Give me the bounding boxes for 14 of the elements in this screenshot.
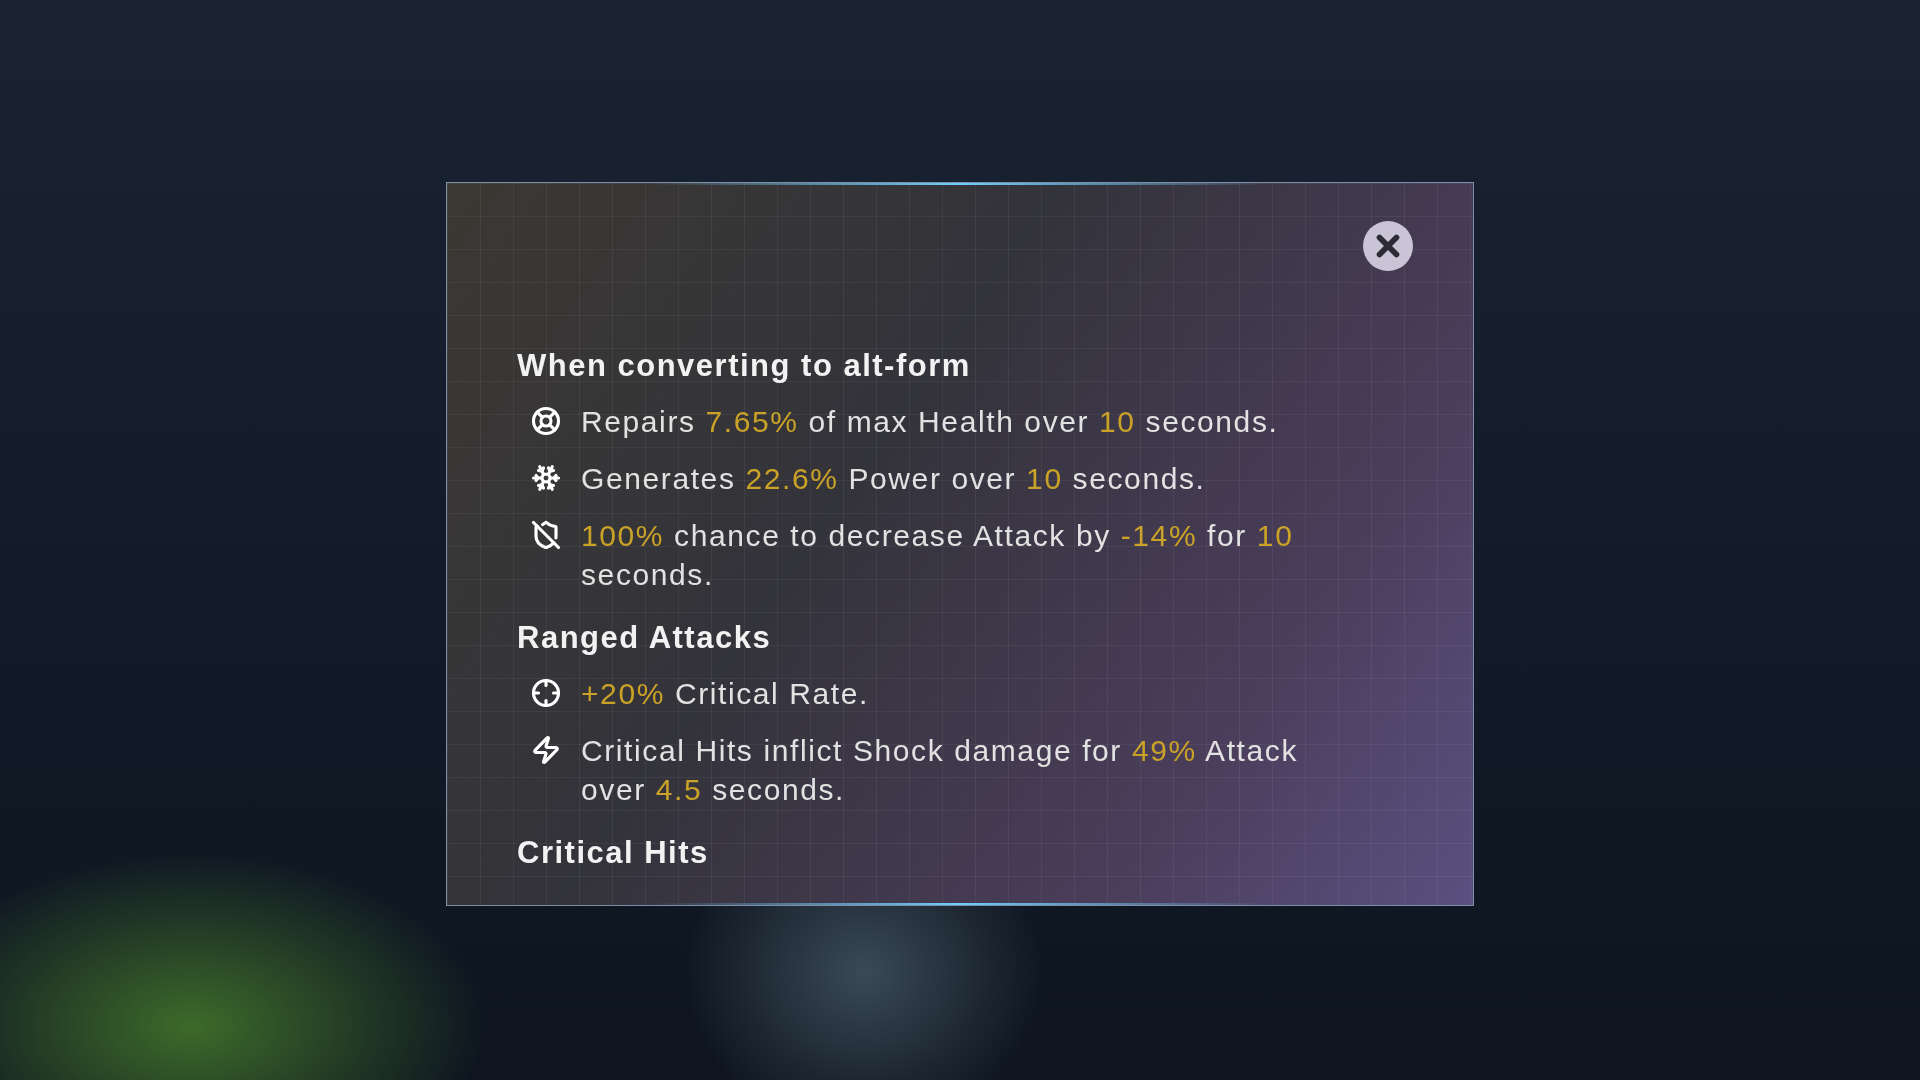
- effect-description: 100% chance to decrease Attack by -14% for 10 seconds.: [581, 518, 1295, 593]
- lightning-icon: [531, 735, 561, 765]
- close-button[interactable]: [1363, 221, 1413, 271]
- lifebuoy-icon: [531, 406, 561, 436]
- effect-description: Repairs 7.65% of max Health over 10 seconds.: [581, 404, 1280, 440]
- effect-description: +20% Critical Rate.: [581, 676, 870, 712]
- section-title: Ranged Attacks: [517, 620, 773, 656]
- section-title: Critical Hits: [517, 835, 710, 871]
- effect-description: Critical Hits inflict Shock damage for 49% Attack over 4.5 seconds.: [581, 733, 1299, 808]
- effect-description: Generates 22.6% Power over 10 seconds.: [581, 461, 1207, 497]
- section-title: When converting to alt-form: [517, 348, 972, 384]
- snowflake-icon: [531, 463, 561, 493]
- shield-off-icon: [531, 520, 561, 550]
- crosshair-icon: [531, 678, 561, 708]
